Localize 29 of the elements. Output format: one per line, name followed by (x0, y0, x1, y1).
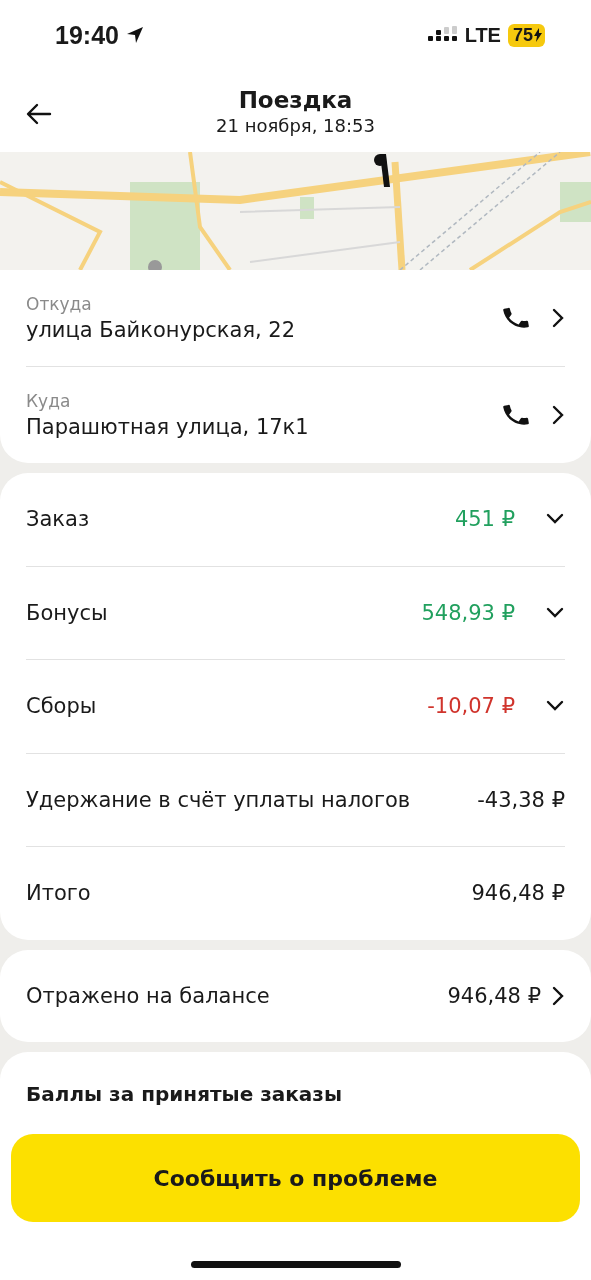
trip-date: 21 ноября, 18:53 (216, 114, 375, 136)
chevron-right-icon[interactable] (551, 985, 565, 1006)
section-title: Баллы за принятые заказы (26, 1081, 343, 1106)
address-label: Откуда (26, 294, 93, 314)
battery-indicator: 75 (507, 23, 545, 47)
report-problem-button[interactable]: Сообщить о проблеме (11, 1134, 580, 1222)
payment-label: Сборы (26, 694, 98, 719)
payment-label: Заказ (26, 507, 91, 532)
back-arrow-icon[interactable] (26, 103, 52, 125)
address[interactable]: Парашютная улица, 17к1 (26, 415, 481, 439)
chevron-right-icon[interactable] (551, 308, 565, 328)
network-label: LTE (464, 23, 501, 47)
payment-amount: 548,93 ₽ (421, 600, 515, 625)
chevron-right-icon[interactable] (551, 405, 565, 425)
address-label: Куда (26, 391, 72, 411)
payment-label: Удержание в счёт уплаты налогов (26, 787, 412, 812)
balance-label: Отражено на балансе (26, 983, 271, 1008)
chevron-down-icon[interactable] (545, 605, 565, 620)
clock: 19:40 (55, 20, 119, 50)
payment-amount: -43,38 ₽ (477, 787, 565, 812)
payment-amount: -10,07 ₽ (427, 694, 515, 719)
payment-label: Итого (26, 881, 92, 906)
payment-amount: 451 ₽ (454, 507, 515, 532)
balance-amount: 946,48 ₽ (447, 983, 541, 1008)
address[interactable]: улица Байконурская, 22 (26, 318, 481, 342)
signal-icon (427, 26, 458, 44)
page-title: Поездка (238, 86, 353, 113)
payment-amount: 946,48 ₽ (471, 881, 565, 906)
payment-label: Бонусы (26, 600, 109, 625)
